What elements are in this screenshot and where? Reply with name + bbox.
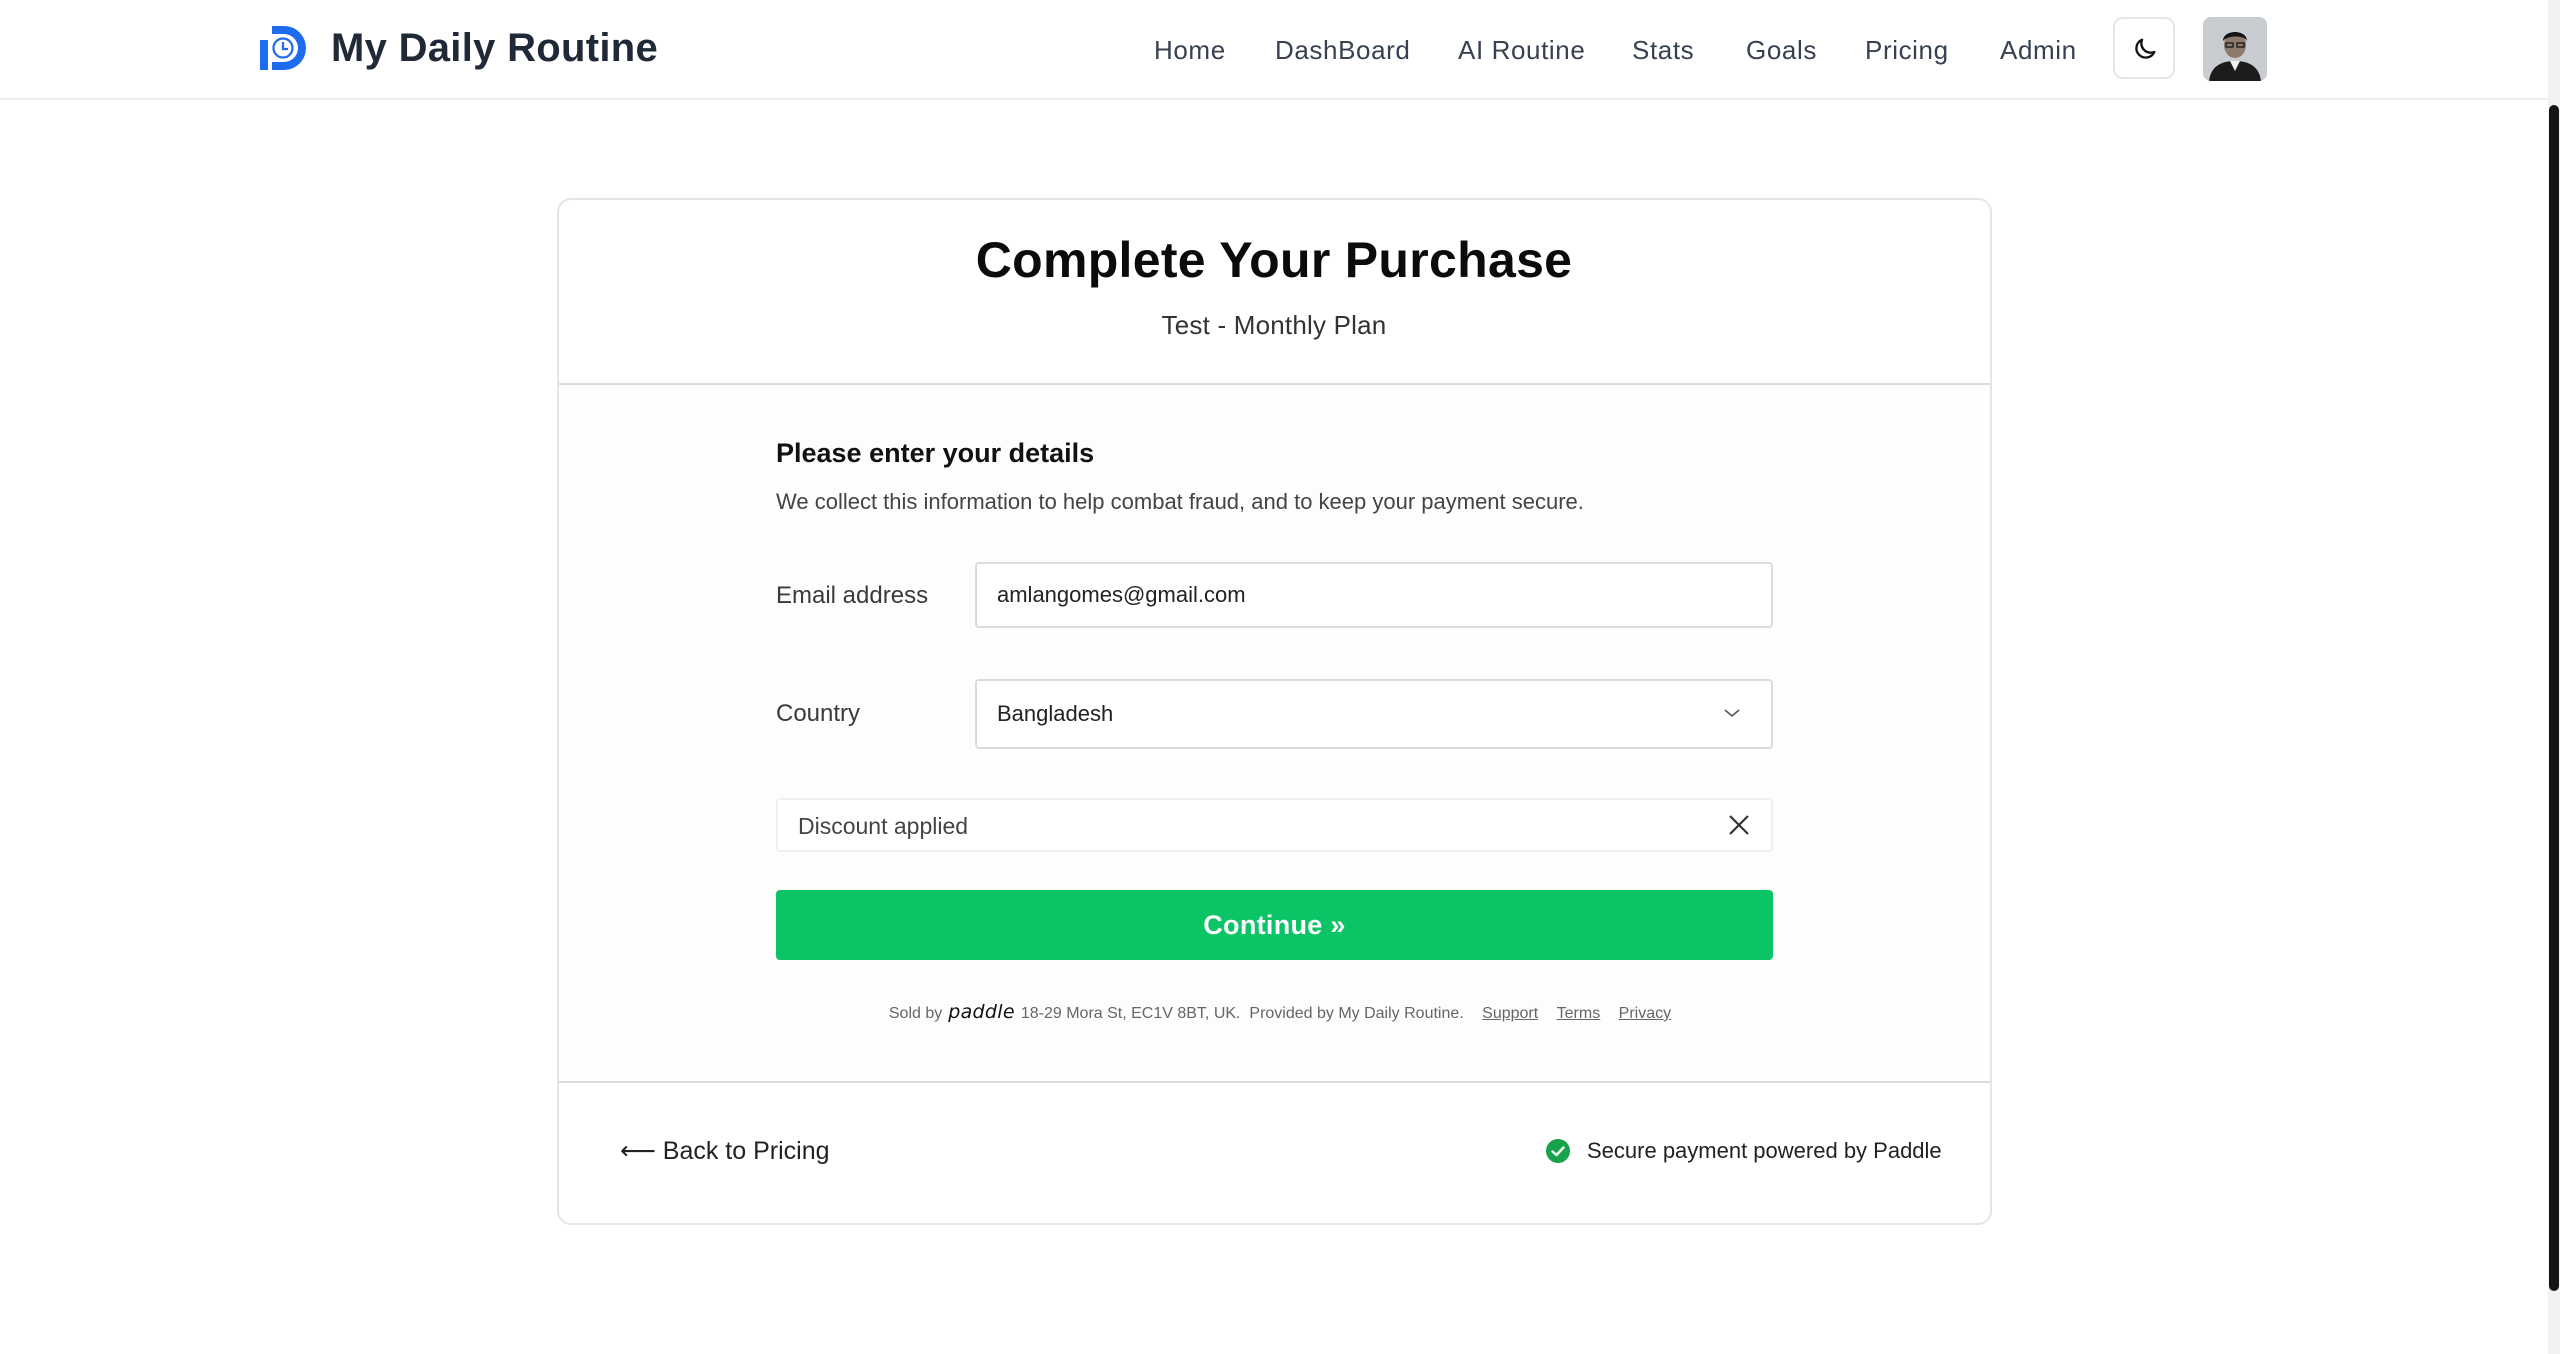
check-circle-icon: [1546, 1139, 1570, 1163]
provided-by-text: Provided by My Daily Routine.: [1249, 1005, 1464, 1022]
discount-text: Discount applied: [798, 813, 969, 839]
user-avatar[interactable]: [2203, 17, 2267, 81]
plan-name: Test - Monthly Plan: [1161, 310, 1387, 340]
nav-stats[interactable]: Stats: [1632, 28, 1694, 72]
chevron-down-icon: [1724, 709, 1740, 718]
nav-admin[interactable]: Admin: [2000, 28, 2077, 72]
form-description: We collect this information to help comb…: [776, 489, 1584, 514]
form-heading: Please enter your details: [776, 438, 1095, 468]
email-label: Email address: [776, 582, 929, 609]
nav-home[interactable]: Home: [1154, 28, 1226, 72]
country-label: Country: [776, 700, 861, 727]
nav-dashboard[interactable]: DashBoard: [1275, 28, 1410, 72]
page-title: Complete Your Purchase: [975, 232, 1573, 288]
country-value: Bangladesh: [997, 701, 1114, 726]
email-field[interactable]: amlangomes@gmail.com: [975, 562, 1773, 628]
privacy-link[interactable]: Privacy: [1619, 1005, 1671, 1022]
terms-link[interactable]: Terms: [1557, 1005, 1601, 1022]
card-divider-bottom: [559, 1081, 1990, 1083]
logo-icon[interactable]: [258, 22, 308, 74]
nav-ai-routine[interactable]: AI Routine: [1458, 28, 1585, 72]
avatar-photo: [2203, 17, 2267, 81]
support-link[interactable]: Support: [1482, 1005, 1538, 1022]
discount-banner: Discount applied: [776, 798, 1773, 852]
checkout-footer: Sold by paddle 18-29 Mora St, EC1V 8BT, UK…: [0, 1001, 2560, 1023]
nav-goals[interactable]: Goals: [1746, 28, 1817, 72]
email-value: amlangomes@gmail.com: [997, 582, 1246, 607]
continue-button[interactable]: Continue »: [776, 890, 1773, 960]
scrollbar-thumb[interactable]: [2549, 105, 2559, 1291]
moon-icon: [2135, 38, 2156, 59]
nav-pricing[interactable]: Pricing: [1865, 28, 1949, 72]
secure-payment-text: Secure payment powered by Paddle: [1587, 1138, 1942, 1163]
close-icon[interactable]: [1725, 811, 1753, 839]
paddle-logo: paddle: [948, 1001, 1015, 1023]
theme-toggle-button[interactable]: [2113, 17, 2175, 79]
paddle-address: 18-29 Mora St, EC1V 8BT, UK.: [1020, 1005, 1241, 1022]
country-select[interactable]: Bangladesh: [975, 679, 1773, 749]
sold-by-text: Sold by: [888, 1005, 943, 1022]
top-navbar: My Daily Routine Home DashBoard AI Routi…: [0, 0, 2548, 100]
brand-name[interactable]: My Daily Routine: [331, 22, 658, 74]
back-to-pricing-link[interactable]: ⟵ Back to Pricing: [620, 1136, 830, 1166]
